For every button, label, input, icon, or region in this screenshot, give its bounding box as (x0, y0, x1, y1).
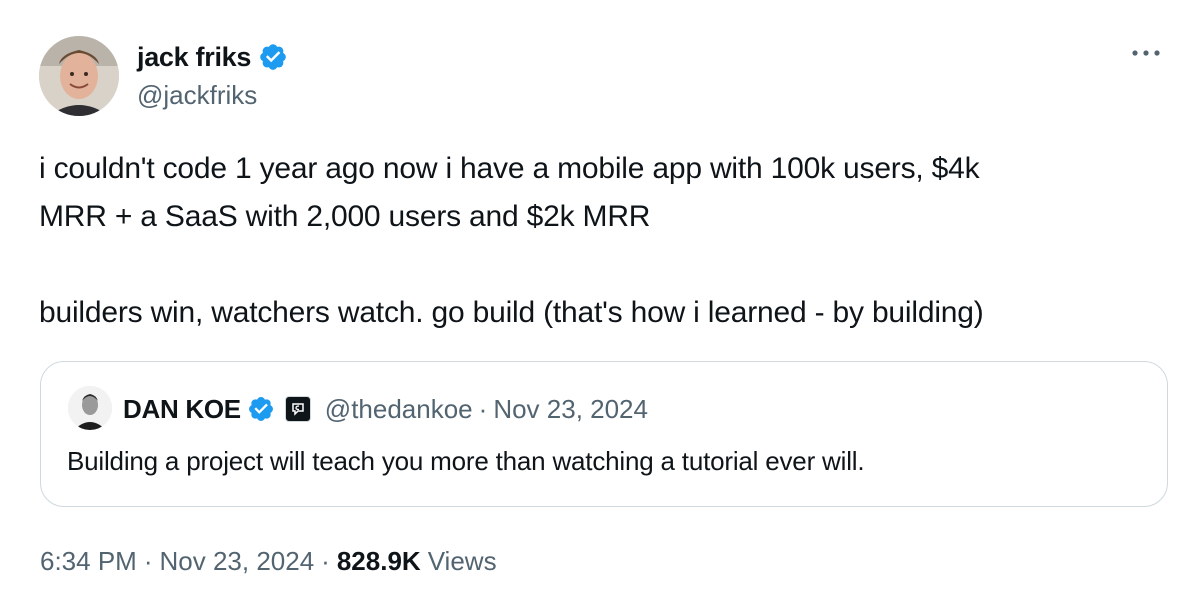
affiliate-badge-icon[interactable] (284, 396, 311, 422)
views-label: Views (427, 546, 497, 576)
tweet-time[interactable]: 6:34 PM (40, 546, 137, 577)
tweet-text: i couldn't code 1 year ago now i have a … (39, 145, 1179, 337)
tweet-text-line-1: i couldn't code 1 year ago now i have a … (39, 152, 980, 185)
more-options-icon (1132, 50, 1160, 56)
tweet-date[interactable]: Nov 23, 2024 (160, 546, 315, 577)
views-count[interactable]: 828.9K (337, 546, 421, 577)
quote-header: DAN KOE @thedankoe · Nov 23, 2024 (123, 392, 648, 426)
quote-author-handle[interactable]: @thedankoe (325, 394, 473, 425)
quote-date[interactable]: Nov 23, 2024 (493, 394, 648, 425)
quote-verified-badge-icon[interactable] (247, 395, 275, 423)
tweet-text-line-3: builders win, watchers watch. go build (… (39, 296, 984, 329)
author-handle[interactable]: @jackfriks (137, 80, 257, 111)
meta-separator: · (143, 546, 153, 576)
quote-author-avatar[interactable] (68, 386, 112, 430)
quote-author-name[interactable]: DAN KOE (123, 394, 241, 425)
meta-separator: · (321, 546, 330, 576)
more-options-button[interactable] (1126, 38, 1166, 68)
author-name-row: jack friks (137, 40, 288, 74)
affiliate-logo-icon (292, 403, 304, 416)
author-avatar-image (39, 36, 119, 116)
tweet-text-line-2: MRR + a SaaS with 2,000 users and $2k MR… (39, 200, 651, 233)
verified-badge-icon[interactable] (258, 42, 288, 72)
quoted-tweet[interactable]: DAN KOE @thedankoe · Nov 23, 2024 Buildi… (40, 361, 1168, 507)
quote-author-avatar-image (68, 386, 112, 430)
tweet-card: jack friks @jackfriks i couldn't code 1 … (0, 0, 1192, 604)
tweet-meta: 6:34 PM · Nov 23, 2024 · 828.9K Views (40, 546, 497, 577)
author-avatar[interactable] (39, 36, 119, 116)
author-name[interactable]: jack friks (137, 42, 251, 73)
quote-text: Building a project will teach you more t… (67, 446, 865, 476)
quote-separator: · (478, 393, 488, 424)
